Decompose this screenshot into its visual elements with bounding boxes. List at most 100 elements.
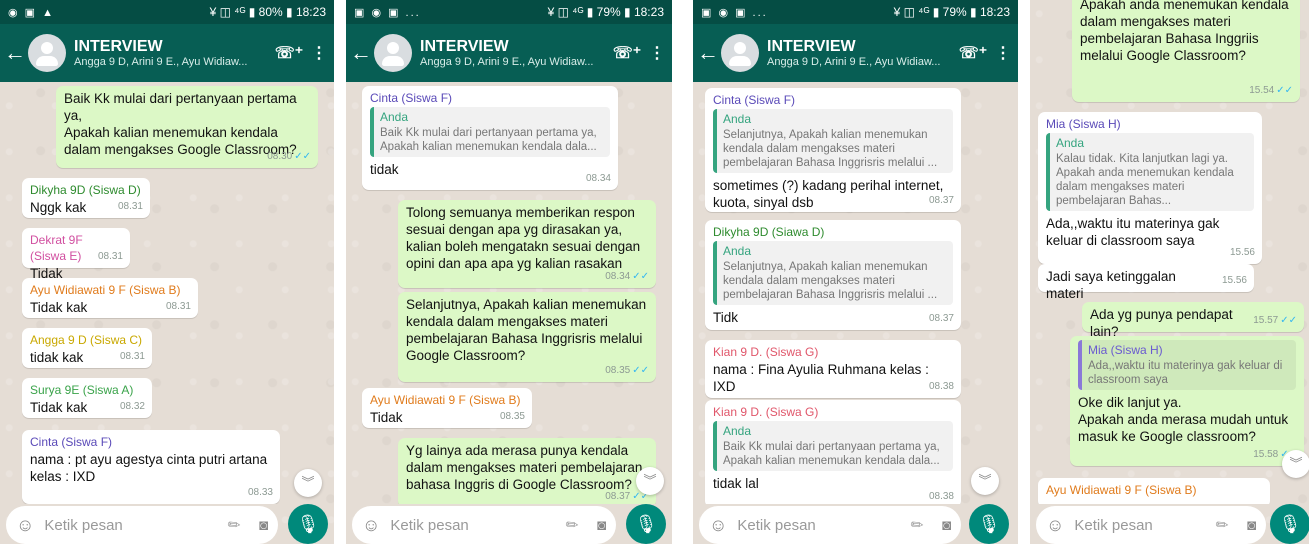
quoted-sender: Anda <box>1056 136 1085 150</box>
group-title: INTERVIEW <box>767 38 856 55</box>
message-input[interactable]: ☺ Ketik pesan ✎ ◙ <box>6 506 278 544</box>
message-incoming[interactable]: Kian 9 D. (Siswa G) Anda Baik Kk mulai d… <box>705 400 961 504</box>
group-title: INTERVIEW <box>74 38 163 55</box>
message-text: tidak <box>370 162 399 177</box>
message-input[interactable]: ☺ Ketik pesan ✎ ◙ <box>1036 506 1266 544</box>
chat-title-block[interactable]: INTERVIEW Angga 9 D, Arini 9 E., Ayu Wid… <box>420 38 612 68</box>
message-incoming[interactable]: Mia (Siswa H) Anda Kalau tidak. Kita lan… <box>1038 112 1262 264</box>
message-outgoing[interactable]: Tolong semuanya memberikan respon sesuai… <box>398 200 656 288</box>
message-text: Ada,,waktu itu materinya gak keluar di c… <box>1046 216 1220 248</box>
message-incoming[interactable]: Ayu Widiawati 9 F (Siswa B) <box>1038 478 1270 504</box>
message-incoming[interactable]: Dekrat 9F (Siswa E) Tidak 08.31 <box>22 228 130 281</box>
emoji-icon[interactable]: ☺ <box>16 515 34 536</box>
message-outgoing[interactable]: Mia (Siswa H) Ada,,waktu itu materinya g… <box>1070 336 1304 466</box>
message-text: Oke dik lanjut ya. Apakah anda merasa mu… <box>1078 395 1289 444</box>
message-time: 15.58 <box>1253 449 1279 460</box>
message-list[interactable]: Cinta (Siswa F) Anda Baik Kk mulai dari … <box>346 82 672 504</box>
sender-name: Ayu Widiawati 9 F (Siswa B) <box>30 283 181 297</box>
message-incoming[interactable]: Cinta (Siswa F) Anda Baik Kk mulai dari … <box>362 86 618 190</box>
sender-name: Kian 9 D. (Siswa G) <box>713 405 819 419</box>
more-vert-icon[interactable]: ⋮ <box>988 43 1018 63</box>
message-time: 08.34 <box>585 173 611 184</box>
group-avatar[interactable] <box>721 34 759 72</box>
quoted-message[interactable]: Anda Baik Kk mulai dari pertanyaan perta… <box>370 107 610 157</box>
chat-title-block[interactable]: INTERVIEW Angga 9 D, Arini 9 E., Ayu Wid… <box>74 38 274 68</box>
group-avatar[interactable] <box>28 34 66 72</box>
more-vert-icon[interactable]: ⋮ <box>642 43 672 63</box>
group-avatar[interactable] <box>374 34 412 72</box>
arrow-left-icon[interactable]: ← <box>348 40 374 66</box>
composer: ☺ Ketik pesan ✎ ◙ 🎙 <box>1030 504 1309 544</box>
message-text: Tidk <box>713 310 739 325</box>
emoji-icon[interactable]: ☺ <box>362 515 380 536</box>
quoted-sender: Mia (Siswa H) <box>1088 343 1163 357</box>
message-incoming[interactable]: Ayu Widiawati 9 F (Siswa B) Tidak kak 08… <box>22 278 198 318</box>
message-list[interactable]: Cinta (Siswa F) Anda Selanjutnya, Apakah… <box>693 82 1018 504</box>
message-time: 08.37 <box>928 195 954 206</box>
sender-name: Angga 9 D (Siswa C) <box>30 333 143 347</box>
composer: ☺ Ketik pesan ✎ ◙ 🎙 <box>0 504 334 544</box>
emoji-icon[interactable]: ☺ <box>709 515 727 536</box>
camera-icon[interactable]: ◙ <box>597 517 606 534</box>
message-outgoing[interactable]: Selanjutnya, Apakah kalian menemukan ken… <box>398 292 656 382</box>
mic-icon[interactable]: 🎙 <box>969 504 1009 544</box>
quoted-message[interactable]: Mia (Siswa H) Ada,,waktu itu materinya g… <box>1078 340 1296 390</box>
mic-icon[interactable]: 🎙 <box>626 504 666 544</box>
read-ticks-icon: ✓✓ <box>294 151 311 162</box>
composer: ☺ Ketik pesan ✎ ◙ 🎙 <box>346 504 672 544</box>
status-icons-left: ▣ ◉ ▣ ... <box>701 6 768 19</box>
quoted-message[interactable]: Anda Baik Kk mulai dari pertanyaan perta… <box>713 421 953 471</box>
message-incoming[interactable]: Dikyha 9D (Siawa D) Anda Selanjutnya, Ap… <box>705 220 961 330</box>
message-incoming[interactable]: Jadi saya ketinggalan materi 15.56 <box>1038 264 1254 301</box>
message-time: 08.38 <box>928 491 954 502</box>
message-outgoing[interactable]: Yg lainya ada merasa punya kendala dalam… <box>398 438 656 504</box>
message-incoming[interactable]: Cinta (Siswa F) Anda Selanjutnya, Apakah… <box>705 88 961 212</box>
message-incoming[interactable]: Kian 9 D. (Siswa G) nama : Fina Ayulia R… <box>705 340 961 398</box>
chat-title-block[interactable]: INTERVIEW Angga 9 D, Arini 9 E., Ayu Wid… <box>767 38 958 68</box>
message-input[interactable]: ☺ Ketik pesan ✎ ◙ <box>699 506 961 544</box>
double-chevron-down-icon[interactable]: ︾ <box>294 469 322 497</box>
mic-icon[interactable]: 🎙 <box>1270 504 1309 544</box>
camera-icon[interactable]: ◙ <box>1247 517 1256 534</box>
message-incoming[interactable]: Ayu Widiawati 9 F (Siswa B) Tidak 08.35 <box>362 388 532 428</box>
message-list[interactable]: Baik Kk mulai dari pertanyaan pertama ya… <box>0 82 334 504</box>
sender-name: Dikyha 9D (Siawa D) <box>713 225 825 239</box>
double-chevron-down-icon[interactable]: ︾ <box>971 467 999 495</box>
message-incoming[interactable]: Surya 9E (Siswa A) Tidak kak 08.32 <box>22 378 152 418</box>
more-vert-icon[interactable]: ⋮ <box>304 43 334 63</box>
add-call-icon[interactable]: ☏⁺ <box>274 43 304 63</box>
message-incoming[interactable]: Cinta (Siswa F) nama : pt ayu agestya ci… <box>22 430 280 504</box>
message-time: 08.37 <box>928 313 954 324</box>
add-call-icon[interactable]: ☏⁺ <box>958 43 988 63</box>
quoted-text: Ada,,waktu itu materinya gak keluar di c… <box>1088 360 1283 386</box>
status-bar: ◉ ▣ ▲ ¥ ◫ ⁴ᴳ ▮ 80% ▮ 18:23 <box>0 0 334 24</box>
double-chevron-down-icon[interactable]: ︾ <box>636 467 664 495</box>
mic-icon[interactable]: 🎙 <box>288 504 328 544</box>
emoji-icon[interactable]: ☺ <box>1046 515 1064 536</box>
arrow-left-icon[interactable]: ← <box>2 40 28 66</box>
camera-icon[interactable]: ◙ <box>942 517 951 534</box>
message-time: 08.31 <box>117 201 143 212</box>
double-chevron-down-icon[interactable]: ︾ <box>1282 450 1309 478</box>
message-outgoing[interactable]: Apakah anda menemukan kendala dalam meng… <box>1072 0 1300 102</box>
message-outgoing[interactable]: Ada yg punya pendapat lain? 15.57 ✓✓ <box>1082 302 1304 339</box>
message-incoming[interactable]: Dikyha 9D (Siswa D) Nggk kak 08.31 <box>22 178 150 218</box>
phone-screen-2: ▣ ◉ ▣ ... ¥ ◫ ⁴ᴳ ▮ 79% ▮ 18:23 ← INTERVI… <box>346 0 672 544</box>
message-input[interactable]: ☺ Ketik pesan ✎ ◙ <box>352 506 616 544</box>
status-bar: ▣ ◉ ▣ ... ¥ ◫ ⁴ᴳ ▮ 79% ▮ 18:23 <box>693 0 1018 24</box>
quoted-message[interactable]: Anda Selanjutnya, Apakah kalian menemuka… <box>713 241 953 305</box>
message-time: 15.54 <box>1249 85 1275 96</box>
message-list[interactable]: Apakah anda menemukan kendala dalam meng… <box>1030 0 1309 504</box>
sender-name: Cinta (Siswa F) <box>370 91 453 105</box>
camera-icon[interactable]: ◙ <box>259 517 268 534</box>
quoted-message[interactable]: Anda Selanjutnya, Apakah kalian menemuka… <box>713 109 953 173</box>
status-icons-left: ◉ ▣ ▲ <box>8 6 55 19</box>
message-incoming[interactable]: Angga 9 D (Siswa C) tidak kak 08.31 <box>22 328 152 368</box>
message-time: 08.31 <box>119 351 145 362</box>
arrow-left-icon[interactable]: ← <box>695 40 721 66</box>
add-call-icon[interactable]: ☏⁺ <box>612 43 642 63</box>
group-members: Angga 9 D, Arini 9 E., Ayu Widiaw... <box>420 56 594 68</box>
message-time: 08.34 <box>605 271 631 282</box>
message-outgoing[interactable]: Baik Kk mulai dari pertanyaan pertama ya… <box>56 86 318 168</box>
quoted-message[interactable]: Anda Kalau tidak. Kita lanjutkan lagi ya… <box>1046 133 1254 211</box>
